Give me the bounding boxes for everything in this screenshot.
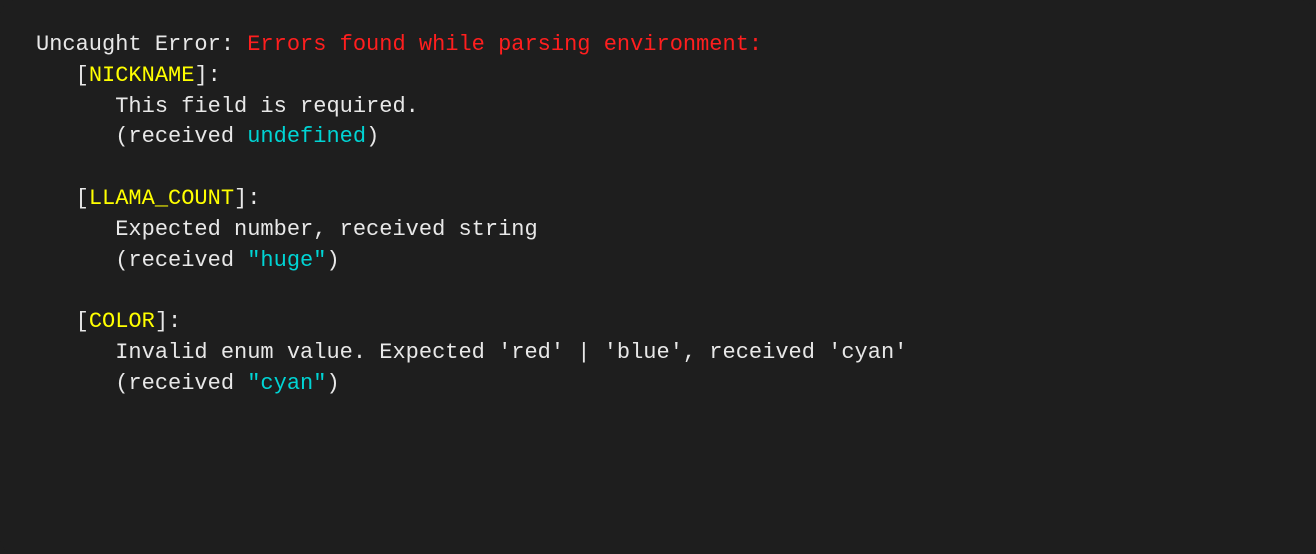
field-bracket-open: [: [36, 309, 89, 334]
received-open: (received: [36, 371, 247, 396]
received-close: ): [326, 248, 339, 273]
console-output: Uncaught Error: Errors found while parsi…: [0, 0, 1316, 554]
field-bracket-open: [: [36, 186, 89, 211]
received-value: undefined: [247, 124, 366, 149]
field-bracket-close: ]:: [194, 63, 220, 88]
field-name: LLAMA_COUNT: [89, 186, 234, 211]
received-open: (received: [36, 124, 247, 149]
received-value: "huge": [247, 248, 326, 273]
error-prefix: Uncaught Error:: [36, 32, 247, 57]
received-close: ): [366, 124, 379, 149]
received-value: "cyan": [247, 371, 326, 396]
field-bracket-close: ]:: [234, 186, 260, 211]
field-name: COLOR: [89, 309, 155, 334]
field-bracket-close: ]:: [155, 309, 181, 334]
received-close: ): [326, 371, 339, 396]
field-name: NICKNAME: [89, 63, 195, 88]
field-message: Invalid enum value. Expected 'red' | 'bl…: [36, 340, 907, 365]
field-bracket-open: [: [36, 63, 89, 88]
field-message: This field is required.: [36, 94, 419, 119]
error-headline: Errors found while parsing environment:: [247, 32, 762, 57]
field-message: Expected number, received string: [36, 217, 538, 242]
received-open: (received: [36, 248, 247, 273]
